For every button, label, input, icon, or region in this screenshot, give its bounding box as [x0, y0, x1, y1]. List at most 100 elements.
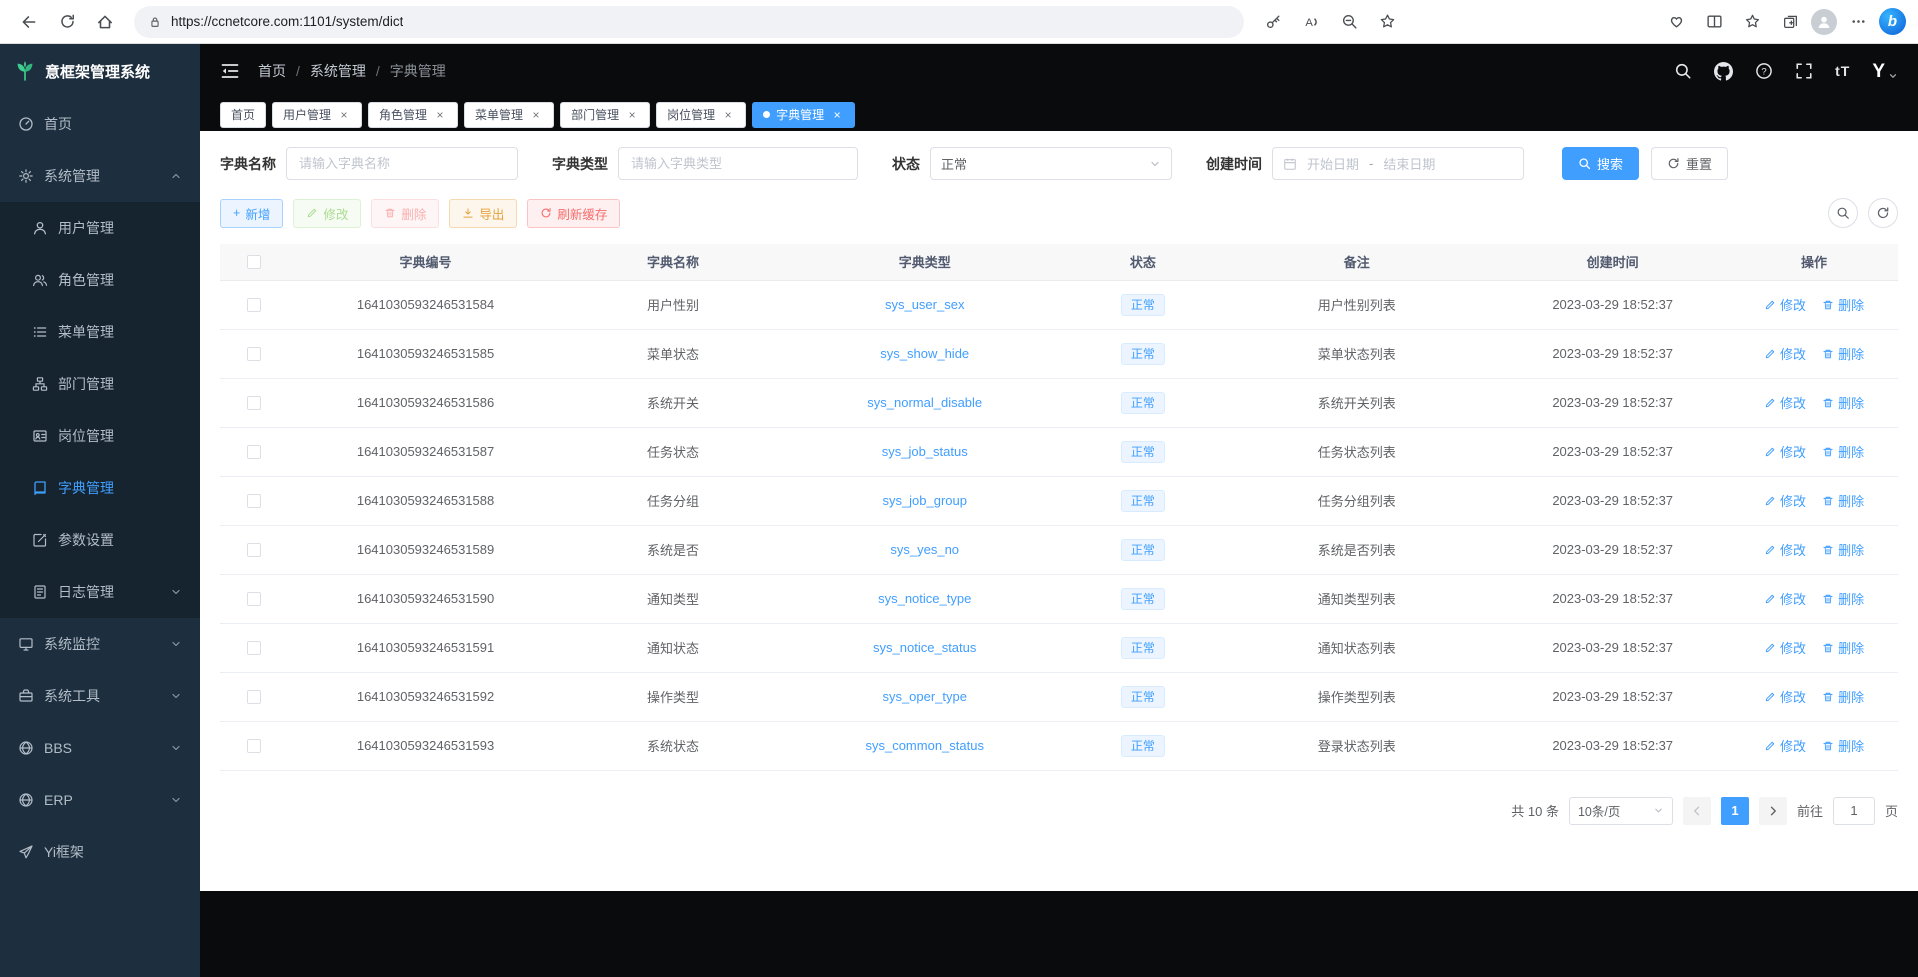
row-edit-button[interactable]: 修改 — [1764, 393, 1806, 412]
sidebar-item-role-mgmt[interactable]: 角色管理 — [0, 254, 200, 306]
github-button[interactable] — [1714, 62, 1733, 81]
goto-page-input[interactable] — [1833, 797, 1875, 825]
toggle-search-button[interactable] — [1828, 198, 1858, 228]
select-all-checkbox[interactable] — [247, 255, 261, 269]
row-delete-button[interactable]: 删除 — [1822, 344, 1864, 363]
sidebar-item-post-mgmt[interactable]: 岗位管理 — [0, 410, 200, 462]
dict-type-link[interactable]: sys_normal_disable — [867, 395, 982, 410]
row-delete-button[interactable]: 删除 — [1822, 638, 1864, 657]
row-checkbox[interactable] — [247, 445, 261, 459]
reset-button[interactable]: 重置 — [1651, 147, 1728, 180]
refresh-cache-button[interactable]: 刷新缓存 — [527, 199, 620, 228]
refresh-table-button[interactable] — [1868, 198, 1898, 228]
row-delete-button[interactable]: 删除 — [1822, 442, 1864, 461]
row-edit-button[interactable]: 修改 — [1764, 638, 1806, 657]
row-checkbox[interactable] — [247, 641, 261, 655]
sidebar-item-home[interactable]: 首页 — [0, 98, 200, 150]
page-size-select[interactable]: 10条/页 — [1569, 797, 1673, 825]
profile-button[interactable] — [1811, 9, 1837, 35]
sidebar-item-sys-tools[interactable]: 系统工具 — [0, 670, 200, 722]
sidebar-item-menu-mgmt[interactable]: 菜单管理 — [0, 306, 200, 358]
close-icon[interactable]: × — [433, 108, 447, 122]
font-size-button[interactable]: tT — [1835, 63, 1850, 79]
close-icon[interactable]: × — [529, 108, 543, 122]
sidebar-item-user-mgmt[interactable]: 用户管理 — [0, 202, 200, 254]
sidebar-item-system-mgmt[interactable]: 系统管理 — [0, 150, 200, 202]
row-edit-button[interactable]: 修改 — [1764, 687, 1806, 706]
tab-home[interactable]: 首页 — [220, 102, 266, 128]
dict-type-input[interactable] — [618, 147, 858, 180]
row-edit-button[interactable]: 修改 — [1764, 589, 1806, 608]
user-menu[interactable]: Y — [1872, 62, 1898, 81]
close-icon[interactable]: × — [337, 108, 351, 122]
back-button[interactable] — [12, 5, 46, 39]
dict-type-link[interactable]: sys_show_hide — [880, 346, 969, 361]
row-delete-button[interactable]: 删除 — [1822, 491, 1864, 510]
sidebar-item-dept-mgmt[interactable]: 部门管理 — [0, 358, 200, 410]
dict-type-link[interactable]: sys_user_sex — [885, 297, 964, 312]
export-button[interactable]: 导出 — [449, 199, 517, 228]
copilot-button[interactable]: b — [1879, 8, 1906, 35]
tab-menu-mgmt[interactable]: 菜单管理× — [464, 102, 554, 128]
dict-type-link[interactable]: sys_common_status — [865, 738, 984, 753]
close-icon[interactable]: × — [625, 108, 639, 122]
more-menu-button[interactable] — [1841, 5, 1875, 39]
tab-role-mgmt[interactable]: 角色管理× — [368, 102, 458, 128]
browser-essentials-button[interactable] — [1659, 5, 1693, 39]
tab-post-mgmt[interactable]: 岗位管理× — [656, 102, 746, 128]
sidebar-item-yi-framework[interactable]: Yi框架 — [0, 826, 200, 878]
row-delete-button[interactable]: 删除 — [1822, 687, 1864, 706]
app-logo[interactable]: 意框架管理系统 — [0, 44, 200, 98]
row-edit-button[interactable]: 修改 — [1764, 736, 1806, 755]
dict-type-link[interactable]: sys_oper_type — [882, 689, 967, 704]
row-checkbox[interactable] — [247, 543, 261, 557]
tab-user-mgmt[interactable]: 用户管理× — [272, 102, 362, 128]
home-button[interactable] — [88, 5, 122, 39]
row-edit-button[interactable]: 修改 — [1764, 442, 1806, 461]
page-number-button[interactable]: 1 — [1721, 797, 1749, 825]
status-select[interactable]: 正常 — [930, 147, 1172, 180]
sidebar-item-dict-mgmt[interactable]: 字典管理 — [0, 462, 200, 514]
row-checkbox[interactable] — [247, 347, 261, 361]
edit-button[interactable]: 修改 — [293, 199, 361, 228]
row-checkbox[interactable] — [247, 298, 261, 312]
read-aloud-button[interactable]: A — [1294, 5, 1328, 39]
row-edit-button[interactable]: 修改 — [1764, 295, 1806, 314]
row-edit-button[interactable]: 修改 — [1764, 491, 1806, 510]
fullscreen-button[interactable] — [1795, 62, 1813, 80]
close-icon[interactable]: × — [830, 108, 844, 122]
help-button[interactable]: ? — [1755, 62, 1773, 80]
delete-button[interactable]: 删除 — [371, 199, 439, 228]
refresh-button[interactable] — [50, 5, 84, 39]
dict-name-input[interactable] — [286, 147, 518, 180]
dict-type-link[interactable]: sys_notice_status — [873, 640, 976, 655]
dict-type-link[interactable]: sys_job_group — [882, 493, 967, 508]
collapse-sidebar-button[interactable] — [220, 61, 240, 81]
address-bar[interactable]: https://ccnetcore.com:1101/system/dict — [134, 6, 1244, 38]
row-delete-button[interactable]: 删除 — [1822, 295, 1864, 314]
prev-page-button[interactable] — [1683, 797, 1711, 825]
tab-dict-mgmt[interactable]: 字典管理× — [752, 102, 855, 128]
tab-dept-mgmt[interactable]: 部门管理× — [560, 102, 650, 128]
sidebar-item-erp[interactable]: ERP — [0, 774, 200, 826]
row-edit-button[interactable]: 修改 — [1764, 344, 1806, 363]
row-delete-button[interactable]: 删除 — [1822, 393, 1864, 412]
zoom-out-button[interactable] — [1332, 5, 1366, 39]
next-page-button[interactable] — [1759, 797, 1787, 825]
sidebar-item-bbs[interactable]: BBS — [0, 722, 200, 774]
breadcrumb-home[interactable]: 首页 — [258, 61, 286, 81]
favorites-button[interactable] — [1735, 5, 1769, 39]
dict-type-link[interactable]: sys_notice_type — [878, 591, 971, 606]
row-checkbox[interactable] — [247, 494, 261, 508]
row-checkbox[interactable] — [247, 739, 261, 753]
dict-type-link[interactable]: sys_job_status — [882, 444, 968, 459]
row-delete-button[interactable]: 删除 — [1822, 736, 1864, 755]
row-checkbox[interactable] — [247, 396, 261, 410]
dict-type-link[interactable]: sys_yes_no — [890, 542, 959, 557]
add-button[interactable]: +新增 — [220, 199, 283, 228]
row-checkbox[interactable] — [247, 690, 261, 704]
header-search-button[interactable] — [1674, 62, 1692, 80]
row-checkbox[interactable] — [247, 592, 261, 606]
row-delete-button[interactable]: 删除 — [1822, 540, 1864, 559]
sidebar-item-log-mgmt[interactable]: 日志管理 — [0, 566, 200, 618]
